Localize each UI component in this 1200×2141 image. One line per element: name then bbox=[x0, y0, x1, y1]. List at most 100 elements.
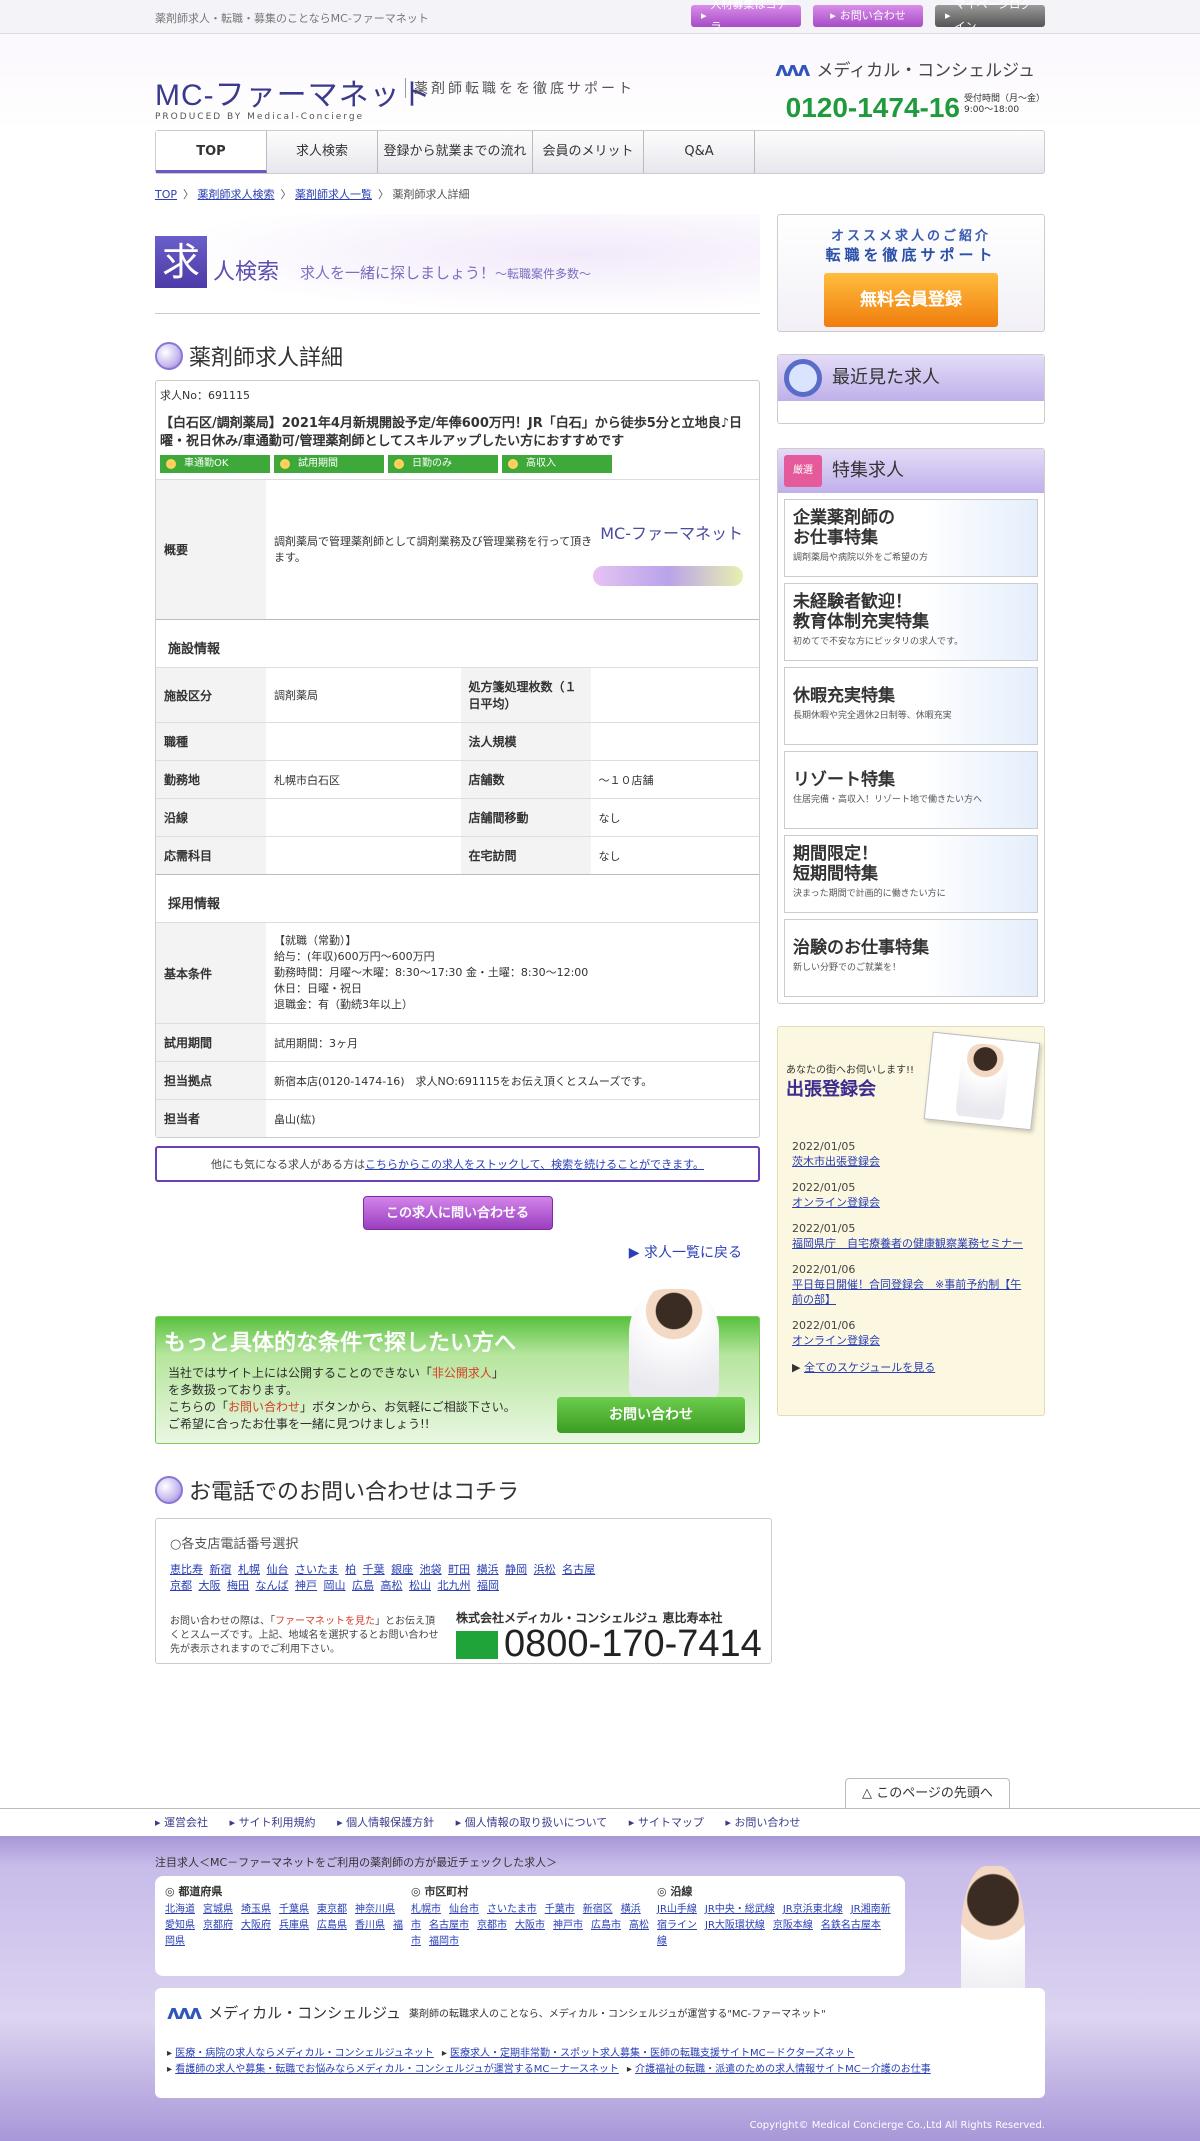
schedule-link[interactable]: 茨木市出張登録会 bbox=[792, 1155, 880, 1168]
free-register-button[interactable]: 無料会員登録 bbox=[824, 273, 998, 327]
page-top-button[interactable]: △ このページの先頭へ bbox=[845, 1778, 1010, 1808]
line-link[interactable]: JR大阪環状線 bbox=[705, 1920, 765, 1931]
crumb-search[interactable]: 薬剤師求人検索 bbox=[198, 188, 275, 201]
pref-link[interactable]: 京都府 bbox=[203, 1920, 233, 1931]
city-link[interactable]: 神戸市 bbox=[553, 1920, 583, 1931]
city-link[interactable]: 池袋 bbox=[420, 1563, 442, 1576]
footer-link-privacy[interactable]: ▸ 個人情報保護方針 bbox=[337, 1816, 434, 1829]
feature-card-resort[interactable]: リゾート特集 住居完備・高収入！リゾート地で働きたい方へ bbox=[784, 751, 1038, 829]
city-link[interactable]: 北九州 bbox=[438, 1579, 471, 1592]
city-link[interactable]: 梅田 bbox=[227, 1579, 249, 1592]
feature-card-clinical[interactable]: 治験のお仕事特集 新しい分野でのご就業を！ bbox=[784, 919, 1038, 997]
city-link[interactable]: 高松 bbox=[381, 1579, 403, 1592]
city-link[interactable]: 福岡市 bbox=[429, 1936, 459, 1947]
line-link[interactable]: JR京浜東北線 bbox=[783, 1904, 843, 1915]
crumb-top[interactable]: TOP bbox=[155, 188, 177, 201]
pref-link[interactable]: 神奈川県 bbox=[355, 1904, 395, 1915]
pref-link[interactable]: 北海道 bbox=[165, 1904, 195, 1915]
city-link[interactable]: さいたま市 bbox=[487, 1904, 537, 1915]
crumb-list[interactable]: 薬剤師求人一覧 bbox=[295, 188, 372, 201]
nav-top[interactable]: TOP bbox=[156, 131, 267, 173]
nav-merit[interactable]: 会員のメリット bbox=[533, 131, 644, 173]
pref-link[interactable]: 愛知県 bbox=[165, 1920, 195, 1931]
phone-box: ○各支店電話番号選択 恵比寿 新宿 札幌 仙台 さいたま 柏 千葉 銀座 池袋 … bbox=[155, 1518, 772, 1665]
city-link[interactable]: 浜松 bbox=[534, 1563, 556, 1576]
city-link[interactable]: 千葉 bbox=[363, 1563, 385, 1576]
city-link[interactable]: 岡山 bbox=[324, 1579, 346, 1592]
footer-link-personal-info[interactable]: ▸ 個人情報の取り扱いについて bbox=[456, 1816, 608, 1829]
city-link[interactable]: 大阪 bbox=[199, 1579, 221, 1592]
city-link[interactable]: 大阪市 bbox=[515, 1920, 545, 1931]
stock-link[interactable]: こちらからこの求人をストックして、検索を続けることができます。 bbox=[365, 1158, 704, 1171]
city-link[interactable]: 京都 bbox=[170, 1579, 192, 1592]
related-link[interactable]: 医療・病院の求人ならメディカル・コンシェルジュネット bbox=[175, 2048, 434, 2059]
city-link[interactable]: 町田 bbox=[448, 1563, 470, 1576]
city-link[interactable]: 京都市 bbox=[477, 1920, 507, 1931]
feature-card-holiday[interactable]: 休暇充実特集 長期休暇や完全週休2日制等、休暇充実 bbox=[784, 667, 1038, 745]
city-link[interactable]: 名古屋市 bbox=[429, 1920, 469, 1931]
schedule-link[interactable]: 福岡県庁 自宅療養者の健康観察業務セミナー bbox=[792, 1237, 1023, 1250]
city-link[interactable]: 神戸 bbox=[295, 1579, 317, 1592]
line-link[interactable]: JR山手線 bbox=[657, 1904, 697, 1915]
pref-link[interactable]: 香川県 bbox=[355, 1920, 385, 1931]
city-link[interactable]: 柏 bbox=[345, 1563, 356, 1576]
feature-card-beginner[interactable]: 未経験者歓迎！ 教育体制充実特集 初めてで不安な方にピッタリの求人です。 bbox=[784, 583, 1038, 661]
all-schedule-link[interactable]: ▶ 全てのスケジュールを見る bbox=[778, 1359, 1044, 1375]
city-link[interactable]: 名古屋 bbox=[562, 1563, 595, 1576]
city-link[interactable]: 横浜 bbox=[477, 1563, 499, 1576]
footer-link-terms[interactable]: ▸ サイト利用規約 bbox=[230, 1816, 316, 1829]
city-link[interactable]: 銀座 bbox=[391, 1563, 413, 1576]
note-a: お問い合わせの際は、「 bbox=[170, 1616, 275, 1627]
city-link[interactable]: 札幌市 bbox=[411, 1904, 441, 1915]
pref-link[interactable]: 埼玉県 bbox=[241, 1904, 271, 1915]
nav-qa[interactable]: Q&A bbox=[644, 131, 755, 173]
city-link[interactable]: 恵比寿 bbox=[170, 1563, 203, 1576]
site-logo[interactable]: MC-ファーマネット PRODUCED BY Medical-Concierge bbox=[155, 70, 432, 122]
city-link[interactable]: 仙台 bbox=[267, 1563, 289, 1576]
city-link[interactable]: 千葉市 bbox=[545, 1904, 575, 1915]
pref-link[interactable]: 千葉県 bbox=[279, 1904, 309, 1915]
city-link[interactable]: 静岡 bbox=[505, 1563, 527, 1576]
promo-contact-button[interactable]: お問い合わせ bbox=[557, 1397, 745, 1433]
inquire-job-button[interactable]: この求人に問い合わせる bbox=[362, 1196, 553, 1230]
city-link[interactable]: 広島市 bbox=[591, 1920, 621, 1931]
city-link[interactable]: 松山 bbox=[409, 1579, 431, 1592]
city-link[interactable]: 札幌 bbox=[238, 1563, 260, 1576]
city-link[interactable]: なんば bbox=[256, 1579, 289, 1592]
city-link[interactable]: 福岡 bbox=[477, 1579, 499, 1592]
pref-link[interactable]: 東京都 bbox=[317, 1904, 347, 1915]
feature-card-shortterm[interactable]: 期間限定！ 短期間特集 決まった期間で計画的に働きたい方に bbox=[784, 835, 1038, 913]
pref-link[interactable]: 大阪府 bbox=[241, 1920, 271, 1931]
footer-link-sitemap[interactable]: ▸ サイトマップ bbox=[629, 1816, 704, 1829]
footer-link-contact[interactable]: ▸ お問い合わせ bbox=[725, 1816, 800, 1829]
city-link[interactable]: 仙台市 bbox=[449, 1904, 479, 1915]
recruit-button[interactable]: ▸ 人材募集はコチラ bbox=[691, 0, 801, 33]
chevron-icon: ▸ bbox=[701, 9, 707, 22]
line-link[interactable]: 京阪本線 bbox=[773, 1920, 813, 1931]
login-button[interactable]: ▸ マイページログイン bbox=[935, 0, 1045, 33]
pref-link[interactable]: 兵庫県 bbox=[279, 1920, 309, 1931]
line-link[interactable]: JR中央・総武線 bbox=[705, 1904, 775, 1915]
pref-link[interactable]: 宮城県 bbox=[203, 1904, 233, 1915]
schedule-link[interactable]: 平日毎日開催！合同登録会 ※事前予約制【午前の部】 bbox=[792, 1278, 1021, 1306]
related-link[interactable]: 介護福祉の転職・派遣のための求人情報サイトMC－介護のお仕事 bbox=[635, 2064, 931, 2075]
pref-link[interactable]: 広島県 bbox=[317, 1920, 347, 1931]
feature-card-corporate[interactable]: 企業薬剤師の お仕事特集 調剤薬局や病院以外をご希望の方 bbox=[784, 499, 1038, 577]
related-link[interactable]: 看護師の求人や募集・転職でお悩みならメディカル・コンシェルジュが運営するMC－ナ… bbox=[175, 2064, 619, 2075]
related-link[interactable]: 医療求人・定期非常勤・スポット求人募集・医師の転職支援サイトMC－ドクターズネッ… bbox=[450, 2048, 855, 2059]
promo-title: もっと具体的な条件で探したい方へ bbox=[164, 1331, 517, 1356]
staff-label: 担当者 bbox=[156, 1099, 266, 1137]
city-link[interactable]: 広島 bbox=[352, 1579, 374, 1592]
company-name: メディカル・コンシェルジュ bbox=[816, 61, 1035, 81]
schedule-date: 2022/01/05 bbox=[792, 1181, 856, 1194]
city-link[interactable]: 新宿区 bbox=[583, 1904, 613, 1915]
nav-flow[interactable]: 登録から就業までの流れ bbox=[378, 131, 533, 173]
footer-link-company[interactable]: ▸ 運営会社 bbox=[155, 1816, 208, 1829]
back-to-list-link[interactable]: ▶ 求人一覧に戻る bbox=[155, 1242, 760, 1262]
city-link[interactable]: さいたま bbox=[295, 1563, 339, 1576]
nav-search[interactable]: 求人検索 bbox=[267, 131, 378, 173]
schedule-link[interactable]: オンライン登録会 bbox=[792, 1196, 880, 1209]
schedule-link[interactable]: オンライン登録会 bbox=[792, 1334, 880, 1347]
city-link[interactable]: 新宿 bbox=[210, 1563, 232, 1576]
contact-button[interactable]: ▸ お問い合わせ bbox=[813, 5, 923, 27]
